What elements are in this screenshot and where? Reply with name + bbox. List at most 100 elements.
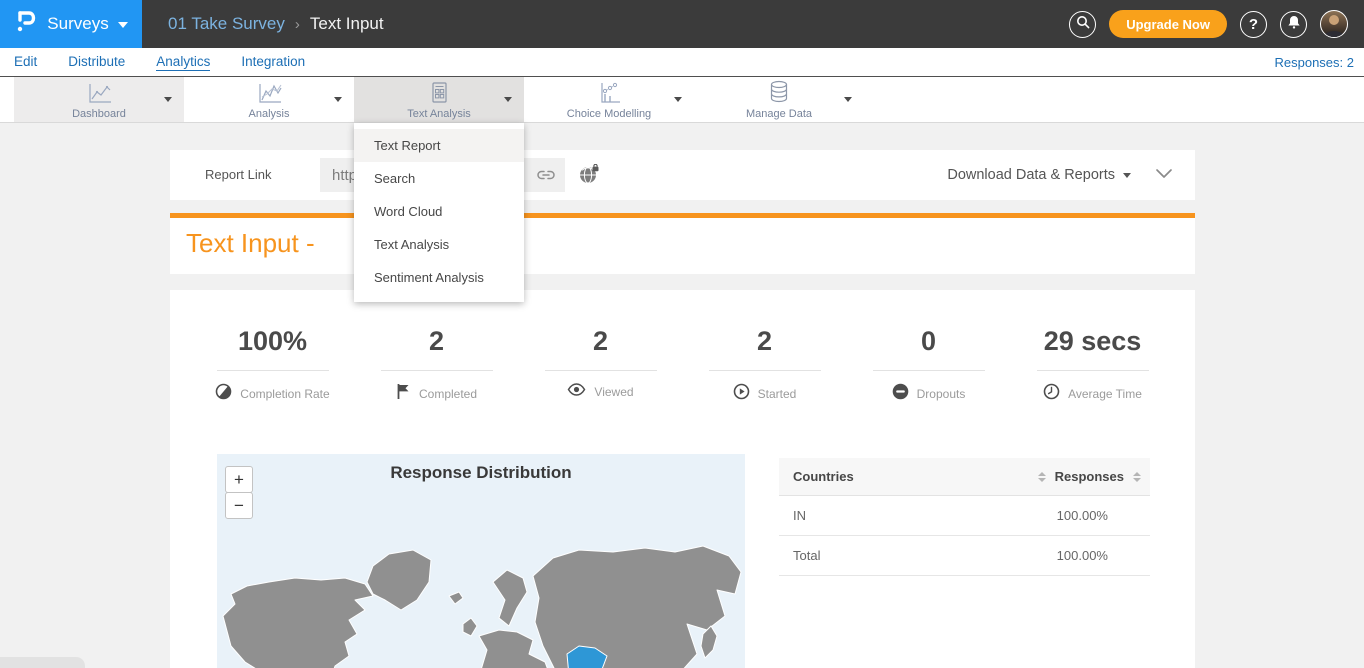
breadcrumb-survey-link[interactable]: 01 Take Survey	[168, 14, 285, 34]
stat-value: 2	[429, 326, 444, 357]
chevron-down-icon	[504, 97, 512, 102]
tab-analysis[interactable]: Analysis	[184, 77, 354, 122]
divider	[217, 370, 329, 371]
minus-circle-icon	[892, 383, 909, 405]
tab-label: Manage Data	[746, 108, 812, 120]
breadcrumb: 01 Take Survey › Text Input	[168, 14, 384, 34]
stat-label: Started	[758, 387, 797, 401]
eye-icon	[567, 383, 586, 401]
stat-average-time: 29 secs Average Time	[1011, 326, 1175, 405]
sort-icon[interactable]	[1133, 472, 1141, 482]
collapse-chevron-icon[interactable]	[1155, 167, 1173, 185]
stats-row: 100% Completion Rate 2 Completed	[170, 326, 1195, 405]
chevron-down-icon	[844, 97, 852, 102]
help-button[interactable]: ?	[1240, 11, 1267, 38]
stat-completion-rate: 100% Completion Rate	[191, 326, 355, 405]
zoom-in-button[interactable]: +	[225, 466, 253, 493]
notifications-button[interactable]	[1280, 11, 1307, 38]
sort-icon[interactable]	[1038, 472, 1046, 482]
stat-label: Viewed	[594, 385, 633, 399]
text-report-icon	[426, 81, 452, 105]
nav-item-distribute[interactable]: Distribute	[68, 54, 125, 70]
column-header-responses[interactable]: Responses	[1055, 469, 1124, 484]
stat-value: 0	[921, 326, 936, 357]
divider	[545, 370, 657, 371]
topbar-actions: Upgrade Now ?	[1069, 10, 1364, 38]
zoom-out-button[interactable]: −	[225, 492, 253, 519]
download-data-reports-dropdown[interactable]: Download Data & Reports	[947, 150, 1131, 200]
user-avatar[interactable]	[1320, 10, 1348, 38]
search-button[interactable]	[1069, 11, 1096, 38]
pie-icon	[215, 383, 232, 405]
app-screen: Surveys 01 Take Survey › Text Input Upgr…	[0, 0, 1364, 668]
stat-label: Average Time	[1068, 387, 1142, 401]
responses-count: Responses: 2	[1275, 55, 1364, 70]
nav-item-integration[interactable]: Integration	[241, 54, 305, 70]
chevron-down-icon	[674, 97, 682, 102]
country-code: IN	[779, 508, 806, 523]
breadcrumb-current-page: Text Input	[310, 14, 384, 34]
tab-text-analysis[interactable]: Text Analysis	[354, 77, 524, 122]
questionpro-logo-icon	[14, 7, 38, 42]
stat-value: 100%	[238, 326, 307, 357]
menu-item-text-analysis[interactable]: Text Analysis	[354, 228, 524, 261]
stat-label: Completion Rate	[240, 387, 329, 401]
bell-icon	[1287, 15, 1301, 34]
report-link-bar: Report Link Download Data & Reports	[170, 150, 1195, 200]
stat-label: Dropouts	[917, 387, 966, 401]
clock-icon	[1043, 383, 1060, 405]
analytics-main-card: 100% Completion Rate 2 Completed	[170, 290, 1195, 668]
chevron-down-icon	[1123, 173, 1131, 178]
menu-item-search[interactable]: Search	[354, 162, 524, 195]
stat-started: 2 Started	[683, 326, 847, 405]
page-title: Text Input -	[186, 228, 315, 259]
nav-item-analytics[interactable]: Analytics	[156, 54, 210, 71]
response-percent: 100.00%	[1057, 508, 1150, 523]
column-header-countries[interactable]: Countries	[779, 469, 854, 484]
report-link-label: Report Link	[205, 150, 271, 200]
download-label: Download Data & Reports	[947, 167, 1115, 183]
divider	[709, 370, 821, 371]
brand-label: Surveys	[47, 14, 108, 34]
divider	[1037, 370, 1149, 371]
countries-table: Countries Responses IN 100.00% Total 100…	[779, 458, 1150, 576]
question-mark-icon: ?	[1249, 16, 1258, 33]
stat-label: Completed	[419, 387, 477, 401]
topbar: Surveys 01 Take Survey › Text Input Upgr…	[0, 0, 1364, 48]
search-icon	[1075, 14, 1091, 35]
tab-choice-modelling[interactable]: Choice Modelling	[524, 77, 694, 122]
stat-value: 29 secs	[1044, 326, 1142, 357]
tab-label: Text Analysis	[407, 108, 471, 120]
map-zoom-controls: + −	[225, 466, 253, 519]
nav-item-edit[interactable]: Edit	[14, 54, 37, 70]
response-distribution-map[interactable]: Response Distribution + −	[217, 454, 745, 668]
stat-completed: 2 Completed	[355, 326, 519, 405]
table-row: IN 100.00%	[779, 496, 1150, 536]
survey-nav: Edit Distribute Analytics Integration Re…	[0, 48, 1364, 76]
menu-item-word-cloud[interactable]: Word Cloud	[354, 195, 524, 228]
chevron-down-icon	[118, 22, 128, 28]
tab-manage-data[interactable]: Manage Data	[694, 77, 864, 122]
upgrade-now-button[interactable]: Upgrade Now	[1109, 10, 1227, 38]
flag-icon	[396, 383, 411, 405]
stat-value: 2	[593, 326, 608, 357]
choice-chart-icon	[594, 81, 624, 105]
countries-table-header: Countries Responses	[779, 458, 1150, 496]
link-icon[interactable]	[532, 168, 565, 182]
divider	[873, 370, 985, 371]
country-code: Total	[779, 548, 820, 563]
tab-dashboard[interactable]: Dashboard	[14, 77, 184, 122]
analytics-toolbar: Dashboard Analysis Text Analysis Choice …	[0, 76, 1364, 123]
divider	[381, 370, 493, 371]
response-percent: 100.00%	[1057, 548, 1150, 563]
menu-item-sentiment-analysis[interactable]: Sentiment Analysis	[354, 261, 524, 294]
trend-chart-icon	[254, 81, 284, 105]
world-map	[217, 538, 745, 668]
menu-item-text-report[interactable]: Text Report	[354, 129, 524, 162]
brand-menu[interactable]: Surveys	[0, 0, 142, 48]
tab-label: Choice Modelling	[567, 108, 651, 120]
table-row-total: Total 100.00%	[779, 536, 1150, 576]
globe-lock-icon[interactable]	[578, 164, 600, 190]
breadcrumb-separator: ›	[295, 16, 300, 33]
tab-label: Analysis	[249, 108, 290, 120]
